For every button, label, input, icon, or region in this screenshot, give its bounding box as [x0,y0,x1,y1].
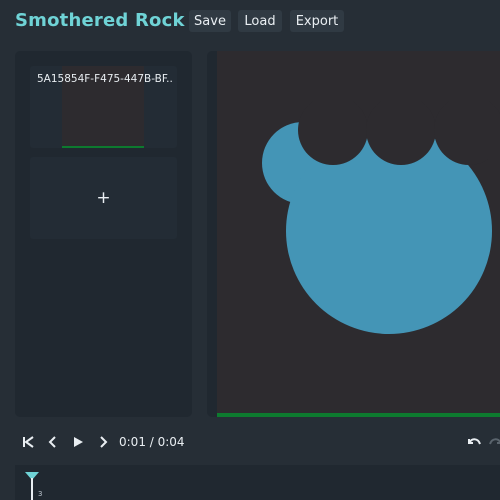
frame-label: 5A15854F-F475-447B-BF... [37,73,173,85]
frames-sidebar: 5A15854F-F475-447B-BF... + [15,51,192,417]
playhead-label: 3 [38,490,43,498]
redo-icon[interactable] [488,434,500,450]
plus-icon: + [96,188,111,208]
playback-controls: 0:01 / 0:04 [0,432,500,452]
next-frame-icon[interactable] [95,434,111,450]
frame-thumbnail-bar [62,146,144,148]
stage-bottom-line [217,413,500,417]
scallop-middle [366,95,436,165]
stage-artwork [217,51,500,417]
add-frame-button[interactable]: + [30,157,177,239]
scallop-left [298,95,368,165]
time-readout: 0:01 / 0:04 [119,435,185,449]
export-button[interactable]: Export [290,10,344,32]
load-button[interactable]: Load [238,10,282,32]
play-icon[interactable] [70,434,86,450]
drawing-stage[interactable] [217,51,500,417]
previous-frame-icon[interactable] [45,434,61,450]
timeline[interactable]: 3 [15,465,500,500]
frame-card[interactable]: 5A15854F-F475-447B-BF... [30,66,177,148]
canvas-panel [207,51,500,417]
undo-icon[interactable] [466,434,482,450]
app-title: Smothered Rock [15,10,185,31]
save-button[interactable]: Save [189,10,231,32]
stage-top-fill [217,51,500,101]
skip-to-start-icon[interactable] [20,434,36,450]
